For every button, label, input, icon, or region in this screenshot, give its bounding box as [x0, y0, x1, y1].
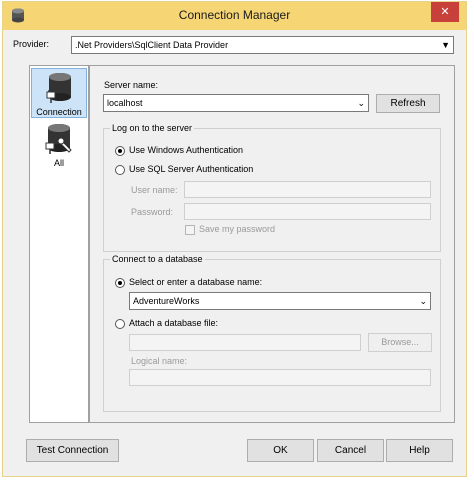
chevron-down-icon: ▼ [441, 40, 450, 50]
connection-manager-window: Connection Manager ✕ Provider: .Net Prov… [2, 1, 467, 477]
windows-auth-radio[interactable] [115, 146, 125, 156]
close-button[interactable]: ✕ [431, 2, 459, 22]
help-button[interactable]: Help [386, 439, 453, 462]
logon-group-title: Log on to the server [110, 123, 195, 133]
sql-auth-label: Use SQL Server Authentication [129, 164, 254, 174]
window-title: Connection Manager [178, 8, 291, 22]
logon-group: Log on to the server Use Windows Authent… [103, 123, 441, 252]
provider-select[interactable]: .Net Providers\SqlClient Data Provider ▼ [71, 36, 454, 54]
server-name-label: Server name: [104, 80, 159, 90]
provider-label: Provider: [13, 39, 50, 49]
database-plug-icon [46, 73, 71, 103]
attach-file-field[interactable] [129, 334, 361, 351]
logical-name-label: Logical name: [131, 356, 188, 366]
chevron-down-icon: ⌄ [419, 296, 427, 306]
provider-value: .Net Providers\SqlClient Data Provider [75, 40, 229, 50]
username-field[interactable] [184, 181, 431, 198]
server-name-combo[interactable]: localhost ⌄ [103, 94, 369, 112]
title-bar[interactable]: Connection Manager ✕ [3, 2, 466, 30]
database-group: Connect to a database Select or enter a … [103, 254, 441, 412]
save-password-label: Save my password [199, 224, 276, 234]
save-password-checkbox[interactable] [185, 225, 195, 235]
logical-name-field[interactable] [129, 369, 431, 386]
sidebar-item-all[interactable]: All [31, 122, 87, 172]
username-label: User name: [131, 185, 178, 195]
sidebar-item-label: Connection [36, 107, 82, 117]
connection-settings-panel: Server name: localhost ⌄ Refresh Log on … [89, 65, 455, 423]
cancel-button[interactable]: Cancel [317, 439, 384, 462]
password-field[interactable] [184, 203, 431, 220]
select-database-label: Select or enter a database name: [129, 277, 263, 287]
select-database-radio[interactable] [115, 278, 125, 288]
browse-button[interactable]: Browse... [368, 333, 432, 352]
attach-file-radio[interactable] [115, 319, 125, 329]
test-connection-button[interactable]: Test Connection [26, 439, 119, 462]
sidebar-item-label: All [53, 158, 64, 168]
refresh-button[interactable]: Refresh [376, 94, 440, 113]
sidebar-item-connection[interactable]: Connection [31, 68, 87, 118]
database-name-value: AdventureWorks [133, 296, 200, 306]
database-wrench-icon [45, 124, 72, 154]
sql-auth-radio[interactable] [115, 165, 125, 175]
attach-file-label: Attach a database file: [129, 318, 219, 328]
ok-button[interactable]: OK [247, 439, 314, 462]
windows-auth-label: Use Windows Authentication [129, 145, 244, 155]
sidebar: Connection All [29, 65, 89, 423]
password-label: Password: [131, 207, 174, 217]
server-name-value: localhost [107, 98, 143, 108]
database-group-title: Connect to a database [110, 254, 205, 264]
database-name-combo[interactable]: AdventureWorks ⌄ [129, 292, 431, 310]
chevron-down-icon: ⌄ [357, 98, 365, 108]
